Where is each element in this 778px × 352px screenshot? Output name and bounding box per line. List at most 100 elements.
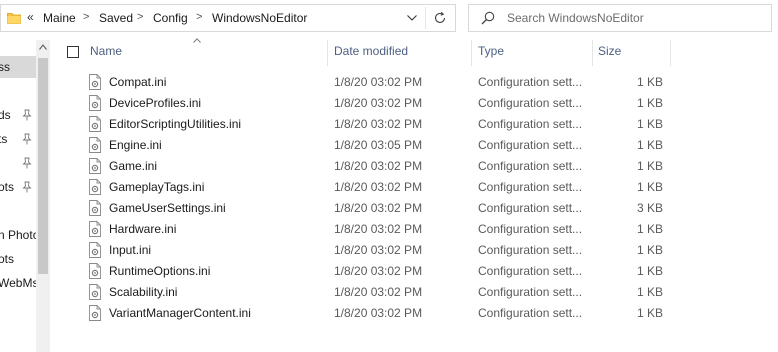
file-type: Configuration sett... xyxy=(478,264,583,278)
file-size: 1 KB xyxy=(636,222,663,236)
breadcrumb-item-config[interactable]: Config xyxy=(153,11,188,25)
file-name[interactable]: RuntimeOptions.ini xyxy=(109,264,210,278)
breadcrumb-item-windowsnoeditor[interactable]: WindowsNoEditor xyxy=(212,11,307,25)
file-row[interactable]: Game.ini 1/8/20 03:02 PM Configuration set… xyxy=(60,155,672,176)
file-size: 1 KB xyxy=(636,306,663,320)
breadcrumb-item-saved[interactable]: Saved xyxy=(99,11,133,25)
nav-item-webms[interactable]: WebMs xyxy=(0,272,36,294)
refresh-icon xyxy=(434,11,446,23)
scroll-up-arrow-icon[interactable] xyxy=(39,44,47,50)
file-type: Configuration sett... xyxy=(478,306,583,320)
file-row[interactable]: GameUserSettings.ini 1/8/20 03:02 PM Confi… xyxy=(60,197,672,218)
column-header-date-modified[interactable]: Date modified xyxy=(334,44,408,64)
file-type: Configuration sett... xyxy=(478,159,583,173)
breadcrumb-item-maine[interactable]: Maine xyxy=(43,11,76,25)
file-type: Configuration sett... xyxy=(478,201,583,215)
address-dropdown-button[interactable] xyxy=(401,9,423,27)
file-type: Configuration sett... xyxy=(478,285,583,299)
nav-item-pictures[interactable] xyxy=(0,152,36,174)
file-name[interactable]: GameUserSettings.ini xyxy=(109,201,226,215)
file-row[interactable]: GameplayTags.ini 1/8/20 03:02 PM Configura… xyxy=(60,176,672,197)
nav-item-quick-access[interactable]: ss xyxy=(0,56,36,78)
file-size: 1 KB xyxy=(636,138,663,152)
column-header-name[interactable]: Name xyxy=(90,44,122,64)
config-file-icon xyxy=(89,242,101,258)
select-all-checkbox[interactable] xyxy=(67,46,79,58)
file-row[interactable]: Compat.ini 1/8/20 03:02 PM Configuration s… xyxy=(60,71,672,92)
file-size: 1 KB xyxy=(636,285,663,299)
file-name[interactable]: Scalability.ini xyxy=(109,285,177,299)
refresh-button[interactable] xyxy=(429,9,451,27)
column-divider[interactable] xyxy=(592,40,593,66)
column-divider[interactable] xyxy=(471,40,472,66)
file-date-modified: 1/8/20 03:02 PM xyxy=(334,75,423,89)
file-size: 1 KB xyxy=(636,75,663,89)
file-size: 1 KB xyxy=(636,243,663,257)
config-file-icon xyxy=(89,158,101,174)
file-size: 1 KB xyxy=(636,264,663,278)
column-header-type[interactable]: Type xyxy=(478,44,504,64)
nav-scrollbar[interactable] xyxy=(36,40,50,352)
config-file-icon xyxy=(89,200,101,216)
breadcrumb-separator[interactable]: > xyxy=(83,11,89,23)
config-file-icon xyxy=(89,116,101,132)
file-date-modified: 1/8/20 03:02 PM xyxy=(334,285,423,299)
config-file-icon xyxy=(89,263,101,279)
nav-item-downloads[interactable]: ds xyxy=(0,104,36,126)
file-date-modified: 1/8/20 03:02 PM xyxy=(334,117,423,131)
file-row[interactable]: EditorScriptingUtilities.ini 1/8/20 03:02… xyxy=(60,113,672,134)
file-row[interactable]: Input.ini 1/8/20 03:02 PM Configuration se… xyxy=(60,239,672,260)
pin-icon[interactable] xyxy=(22,181,32,193)
column-divider[interactable] xyxy=(327,40,328,66)
address-divider xyxy=(425,7,426,29)
nav-item-screenshots[interactable]: ots xyxy=(0,176,36,198)
scroll-thumb[interactable] xyxy=(38,58,48,274)
file-row[interactable]: RuntimeOptions.ini 1/8/20 03:02 PM Configu… xyxy=(60,260,672,281)
pin-icon[interactable] xyxy=(22,109,32,121)
file-name[interactable]: VariantManagerContent.ini xyxy=(109,306,251,320)
file-type: Configuration sett... xyxy=(478,75,583,89)
file-row[interactable]: VariantManagerContent.ini 1/8/20 03:02 PM… xyxy=(60,302,672,323)
file-name[interactable]: Input.ini xyxy=(109,243,151,257)
pin-icon[interactable] xyxy=(22,157,32,169)
file-name[interactable]: EditorScriptingUtilities.ini xyxy=(109,117,241,131)
file-row[interactable]: Scalability.ini 1/8/20 03:02 PM Configurat… xyxy=(60,281,672,302)
file-name[interactable]: Hardware.ini xyxy=(109,222,176,236)
nav-item-label: n Photo xyxy=(0,228,36,242)
nav-item-documents[interactable]: ts xyxy=(0,128,36,150)
file-date-modified: 1/8/20 03:02 PM xyxy=(334,159,423,173)
file-type: Configuration sett... xyxy=(478,243,583,257)
nav-item-label: ts xyxy=(0,132,8,146)
pin-icon[interactable] xyxy=(22,133,32,145)
config-file-icon xyxy=(89,137,101,153)
file-size: 1 KB xyxy=(636,96,663,110)
file-name[interactable]: DeviceProfiles.ini xyxy=(109,96,201,110)
breadcrumb-separator[interactable]: > xyxy=(196,11,202,23)
file-name[interactable]: Engine.ini xyxy=(109,138,162,152)
file-name[interactable]: Compat.ini xyxy=(109,75,166,89)
file-type: Configuration sett... xyxy=(478,117,583,131)
breadcrumb-separator[interactable]: > xyxy=(137,11,143,23)
column-header-size[interactable]: Size xyxy=(598,44,621,64)
nav-item-photos[interactable]: n Photo xyxy=(0,224,36,246)
file-date-modified: 1/8/20 03:02 PM xyxy=(334,96,423,110)
file-row[interactable]: Hardware.ini 1/8/20 03:02 PM Configuration… xyxy=(60,218,672,239)
nav-item-label: ots xyxy=(0,252,15,266)
sort-ascending-icon xyxy=(193,38,201,43)
file-date-modified: 1/8/20 03:02 PM xyxy=(334,243,423,257)
file-row[interactable]: Engine.ini 1/8/20 03:05 PM Configuration s… xyxy=(60,134,672,155)
column-divider[interactable] xyxy=(670,40,671,66)
address-bar[interactable]: « Maine > Saved > Config > WindowsNoEdit… xyxy=(0,4,456,32)
breadcrumb-overflow[interactable]: « xyxy=(27,10,34,24)
search-input[interactable] xyxy=(507,9,757,27)
file-size: 1 KB xyxy=(636,117,663,131)
nav-item-label: ss xyxy=(0,60,10,74)
nav-item-label: ots xyxy=(0,180,15,194)
file-type: Configuration sett... xyxy=(478,96,583,110)
file-name[interactable]: Game.ini xyxy=(109,159,157,173)
config-file-icon xyxy=(89,95,101,111)
search-box[interactable] xyxy=(468,4,772,32)
nav-item-screenshots-2[interactable]: ots xyxy=(0,248,36,270)
file-name[interactable]: GameplayTags.ini xyxy=(109,180,204,194)
file-row[interactable]: DeviceProfiles.ini 1/8/20 03:02 PM Configu… xyxy=(60,92,672,113)
